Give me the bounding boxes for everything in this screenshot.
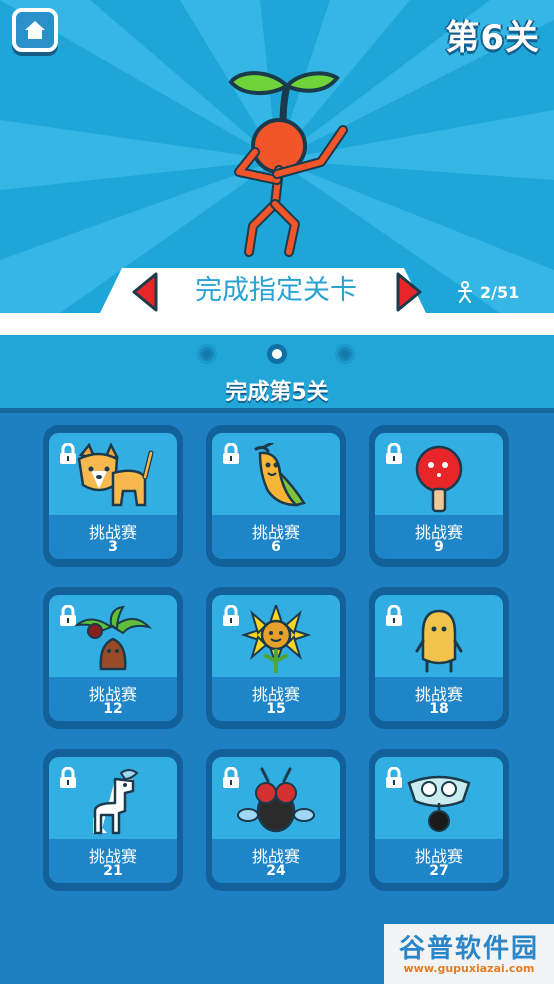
level-title: 第6关: [445, 18, 540, 58]
watermark-url: www.gupuxiazai.com: [403, 962, 535, 975]
section-title: 完成第5关: [225, 380, 329, 405]
challenge-card[interactable]: 挑战赛 3: [43, 425, 183, 567]
banana-icon: [254, 443, 306, 507]
challenge-card[interactable]: 挑战赛 15: [206, 587, 346, 729]
progress-text: 2/51: [480, 282, 520, 302]
challenge-number: 6: [271, 539, 281, 555]
sprout-mascot-icon: [228, 71, 348, 257]
potato-icon: [415, 609, 463, 673]
watermark-title: 谷普软件园: [398, 934, 539, 964]
llama-icon: [93, 769, 139, 835]
challenge-number: 15: [266, 701, 286, 717]
arrow-right-icon[interactable]: [396, 272, 424, 312]
objective-text: 完成指定关卡: [195, 275, 357, 306]
challenge-number: 18: [429, 701, 449, 717]
page-dot-2[interactable]: [267, 344, 287, 364]
challenge-card[interactable]: 挑战赛 12: [43, 587, 183, 729]
goggles-bomb-icon: [407, 775, 471, 832]
challenge-number: 24: [266, 863, 286, 879]
challenge-card[interactable]: 挑战赛 27: [369, 749, 509, 891]
coconut-tree-icon: [73, 605, 153, 671]
stickman-icon: [458, 281, 472, 303]
arrow-left-icon[interactable]: [130, 272, 158, 312]
challenge-card[interactable]: 挑战赛 21: [43, 749, 183, 891]
sunflower-icon: [240, 605, 312, 673]
page-dot-1[interactable]: [197, 344, 217, 364]
challenge-card[interactable]: 挑战赛 18: [369, 587, 509, 729]
challenge-number: 9: [434, 539, 444, 555]
corgi-icon: [77, 443, 154, 507]
divider-strip: [0, 313, 554, 335]
challenge-number: 21: [103, 863, 123, 879]
page-indicator: [0, 344, 554, 364]
page-dot-3[interactable]: [335, 344, 355, 364]
challenge-number: 12: [103, 701, 123, 717]
home-icon: [25, 21, 45, 39]
challenge-number: 27: [429, 863, 449, 879]
section-divider: [0, 408, 554, 413]
ping-pong-paddle-icon: [415, 445, 463, 513]
progress-counter: 2/51: [458, 281, 519, 303]
challenge-number: 3: [108, 539, 118, 555]
challenge-card[interactable]: 挑战赛 6: [206, 425, 346, 567]
challenge-card[interactable]: 挑战赛 9: [369, 425, 509, 567]
challenge-card[interactable]: 挑战赛 24: [206, 749, 346, 891]
watermark: 谷普软件园 www.gupuxiazai.com: [384, 924, 554, 984]
fly-icon: [237, 767, 315, 833]
hero-panel: 第6关: [0, 0, 554, 313]
home-button[interactable]: [12, 8, 58, 52]
